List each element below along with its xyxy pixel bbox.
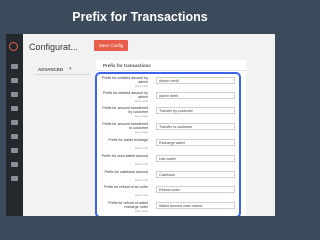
field-row: Prefix for cashback amount [store view] — [97, 170, 239, 184]
field-row: Prefix for credited amount by admin [sto… — [97, 76, 239, 90]
dashboard-icon[interactable] — [11, 64, 18, 69]
field-scope: [store view] — [134, 194, 148, 197]
field-label: Prefix for refund of wallet recharge ord… — [108, 201, 148, 209]
prefix-refund-wallet-recharge-input[interactable] — [156, 202, 235, 209]
prefix-wallet-recharge-input[interactable] — [156, 139, 235, 146]
store-logo-icon[interactable] — [9, 42, 18, 51]
section-divider — [96, 70, 246, 71]
content-icon[interactable] — [11, 134, 18, 139]
field-label: Prefix for wallet recharge — [108, 138, 148, 142]
prefix-refund-order-input[interactable] — [156, 186, 235, 193]
field-label: Prefix for amount transferred by custome… — [102, 106, 148, 114]
field-scope: [store view] — [134, 115, 148, 118]
field-label: Prefix for debited amount by admin — [103, 91, 148, 99]
system-icon[interactable] — [11, 176, 18, 181]
prefix-used-wallet-input[interactable] — [156, 155, 235, 162]
prefix-credited-admin-input[interactable] — [156, 77, 235, 84]
field-scope: [store view] — [134, 131, 148, 134]
reports-icon[interactable] — [11, 148, 18, 153]
prefix-transfer-to-customer-input[interactable] — [156, 123, 235, 130]
stores-icon[interactable] — [11, 162, 18, 167]
field-row: Prefix for amount transferred by custome… — [97, 106, 239, 120]
field-row: Prefix for refund of an order [store vie… — [97, 185, 239, 199]
field-row: Prefix for wallet recharge [store view] — [97, 138, 239, 152]
field-label: Prefix for credited amount by admin — [102, 76, 148, 84]
field-scope: [store view] — [134, 100, 148, 103]
admin-sidebar — [6, 34, 23, 216]
prefix-transfer-by-customer-input[interactable] — [156, 107, 235, 114]
prefix-cashback-input[interactable] — [156, 171, 235, 178]
field-row: Prefix for amount transferred to custome… — [97, 122, 239, 136]
field-label: Prefix for cashback amount — [104, 170, 148, 174]
field-scope: [store view] — [134, 147, 148, 150]
field-label: Prefix for amount transferred to custome… — [102, 122, 148, 130]
marketing-icon[interactable] — [11, 120, 18, 125]
field-scope: [store view] — [134, 85, 148, 88]
sales-icon[interactable] — [11, 78, 18, 83]
divider — [34, 74, 90, 75]
chevron-down-icon[interactable]: ▾ — [69, 66, 72, 72]
field-row: Prefix for debited amount by admin [stor… — [97, 91, 239, 105]
page-heading: Prefix for Transactions — [72, 10, 208, 24]
catalog-icon[interactable] — [11, 92, 18, 97]
field-scope: [store view] — [134, 179, 148, 182]
section-title[interactable]: Prefix for transactions — [103, 63, 151, 68]
page-title: Configurat... — [29, 42, 79, 52]
save-config-button[interactable]: Save Config — [94, 40, 128, 51]
field-scope: [store view] — [134, 210, 148, 213]
field-label: Prefix for used wallet amount — [101, 154, 148, 158]
field-label: Prefix for refund of an order — [104, 185, 148, 189]
field-row: Prefix for used wallet amount [store vie… — [97, 154, 239, 168]
prefix-debited-admin-input[interactable] — [156, 92, 235, 99]
customers-icon[interactable] — [11, 106, 18, 111]
admin-screenshot: Configurat... Save Config ADVANCED ▾ Pre… — [6, 34, 275, 216]
highlighted-fields-box: Prefix for credited amount by admin [sto… — [95, 72, 241, 216]
field-scope: [store view] — [134, 163, 148, 166]
config-tab-advanced[interactable]: ADVANCED — [38, 67, 63, 72]
field-row: Prefix for refund of wallet recharge ord… — [97, 201, 239, 215]
